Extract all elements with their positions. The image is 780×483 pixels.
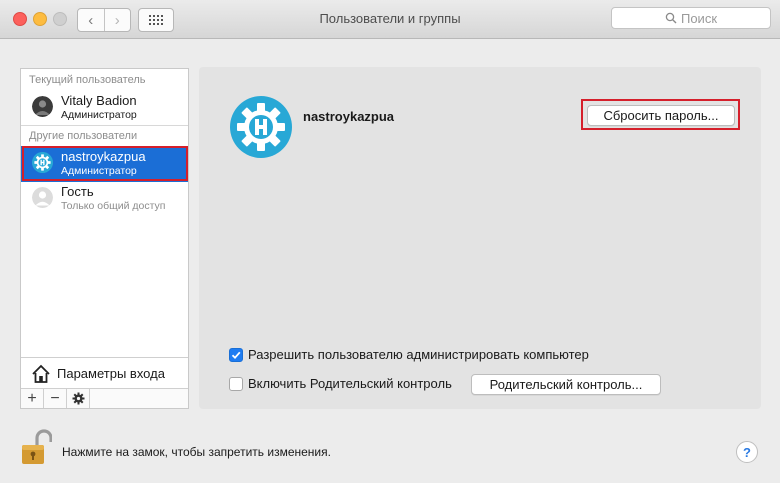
house-icon: [32, 364, 50, 383]
checkmark-icon: [231, 351, 241, 360]
parental-control-label: Включить Родительский контроль: [248, 376, 452, 391]
user-role: Администратор: [61, 109, 137, 121]
user-row-guest[interactable]: Гость Только общий доступ: [21, 181, 188, 217]
current-user-section-label: Текущий пользователь: [29, 74, 146, 86]
parental-control-button[interactable]: Родительский контроль...: [471, 374, 661, 395]
sidebar-action-bar: + −: [21, 388, 188, 408]
unlocked-padlock-icon[interactable]: [20, 429, 52, 465]
user-row-vitaly-badion[interactable]: Vitaly Badion Администратор: [21, 90, 188, 126]
user-name: Vitaly Badion: [61, 93, 137, 108]
reset-password-highlight: [581, 99, 740, 130]
help-button[interactable]: ?: [736, 441, 758, 463]
minus-icon: −: [50, 389, 60, 407]
parental-control-checkbox[interactable]: [229, 377, 243, 391]
detail-username: nastroykazpua: [303, 109, 395, 124]
user-name: Гость: [61, 184, 94, 199]
gear-icon: [72, 392, 84, 405]
add-user-button[interactable]: +: [21, 389, 44, 408]
actions-button[interactable]: [67, 389, 90, 408]
user-avatar: [32, 96, 53, 117]
login-options-item[interactable]: Параметры входа: [21, 357, 188, 389]
search-field[interactable]: Поиск: [611, 7, 771, 29]
user-avatar-large[interactable]: [230, 96, 292, 158]
section-divider: [21, 125, 188, 126]
lock-status-text: Нажмите на замок, чтобы запретить измене…: [62, 445, 331, 459]
remove-user-button[interactable]: −: [44, 389, 67, 408]
selected-user-highlight: [22, 146, 188, 181]
allow-admin-label: Разрешить пользователю администрировать …: [248, 347, 589, 362]
users-sidebar: Текущий пользователь Vitaly Badion Админ…: [20, 68, 189, 409]
other-users-section-label: Другие пользователи: [29, 130, 138, 142]
user-role: Только общий доступ: [61, 200, 166, 212]
guest-avatar: [32, 187, 53, 208]
allow-admin-checkbox[interactable]: [229, 348, 243, 362]
search-icon: [665, 12, 677, 24]
login-options-label: Параметры входа: [57, 366, 165, 381]
title-bar: ‹ › Пользователи и группы Поиск: [0, 0, 780, 39]
search-placeholder: Поиск: [680, 10, 718, 26]
plus-icon: +: [27, 389, 37, 407]
